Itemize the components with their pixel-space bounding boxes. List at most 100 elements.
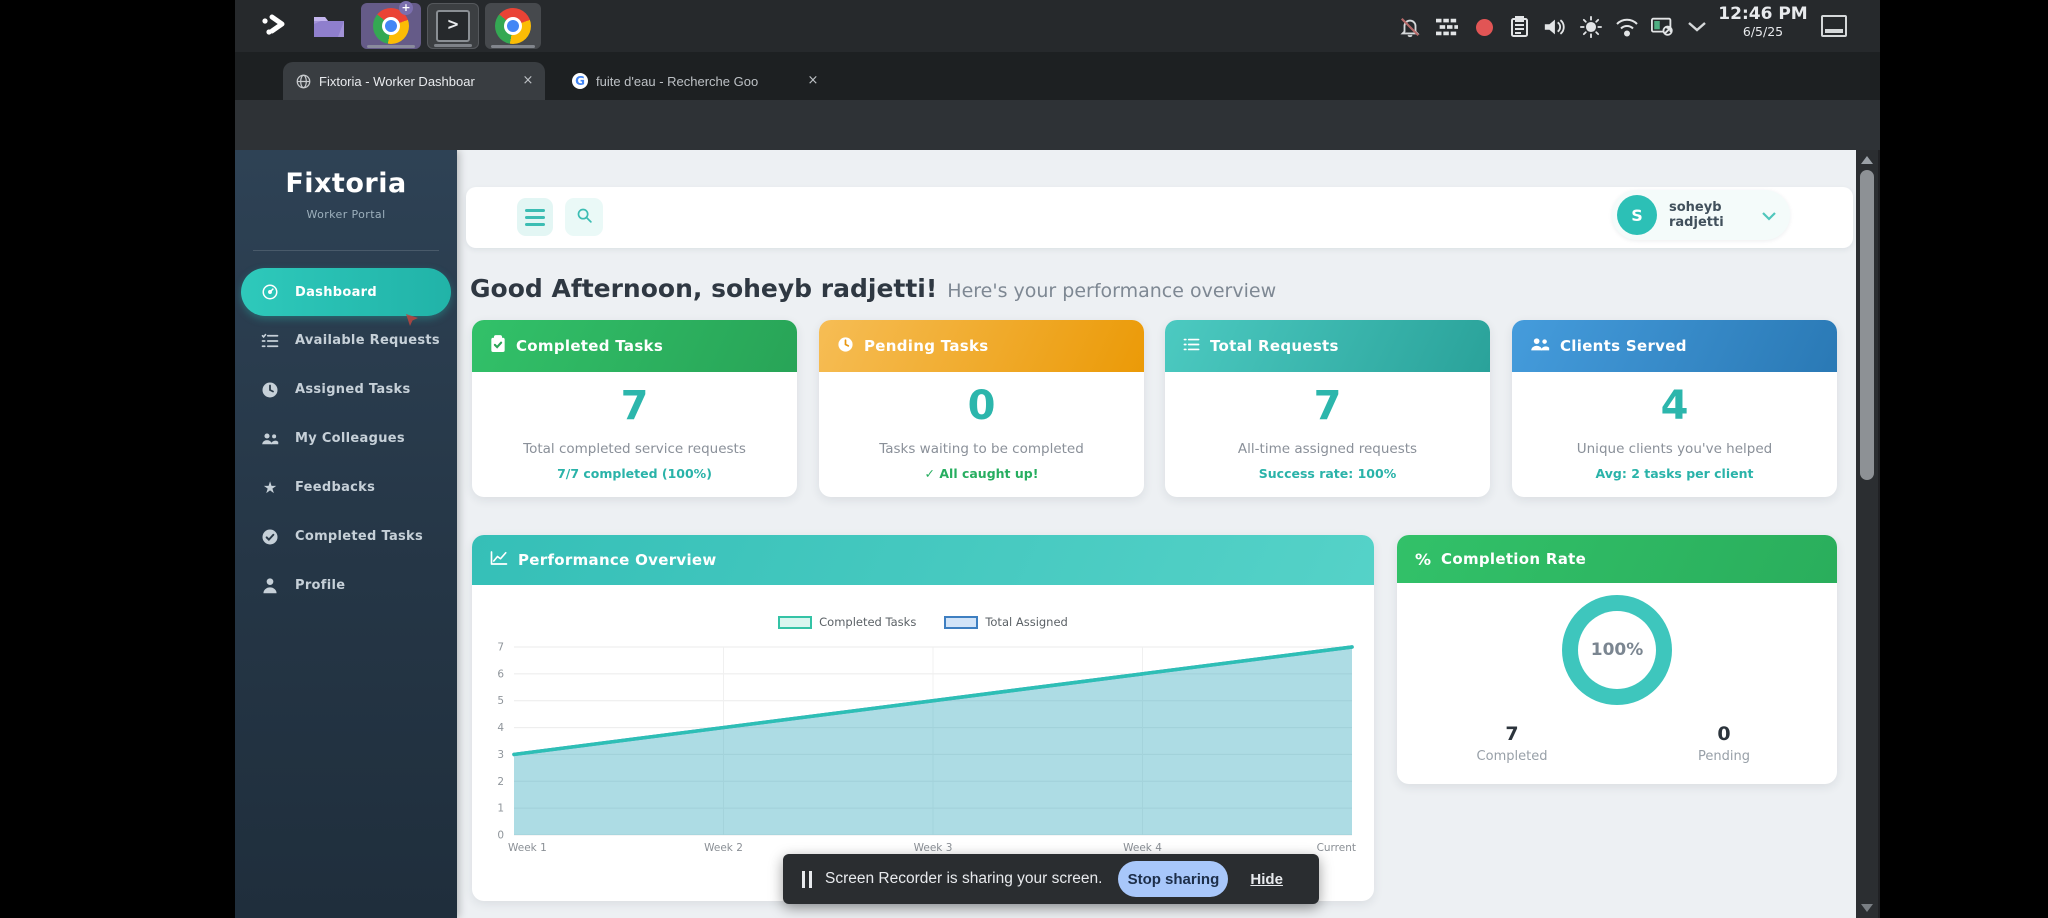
sidebar: Fixtoria Worker Portal Dashboard — [235, 150, 457, 918]
chrome-pinned-app-icon[interactable]: + — [361, 3, 421, 49]
stat-card-subtext: Avg: 2 tasks per client — [1512, 466, 1837, 481]
hide-toast-link[interactable]: Hide — [1250, 871, 1283, 888]
file-manager-icon[interactable] — [305, 3, 353, 49]
badge-plus-icon: + — [399, 1, 413, 15]
red-dot — [1476, 19, 1493, 36]
sidebar-item-completed-tasks[interactable]: Completed Tasks — [235, 512, 457, 561]
legend-completed-tasks[interactable]: Completed Tasks — [778, 615, 916, 629]
stop-sharing-button[interactable]: Stop sharing — [1118, 861, 1228, 897]
volume-icon[interactable] — [1542, 15, 1566, 39]
sidebar-item-available-requests[interactable]: Available Requests — [235, 316, 457, 365]
page-content: Fixtoria Worker Portal Dashboard — [235, 150, 1856, 918]
svg-text:Week 3: Week 3 — [914, 842, 953, 854]
list-icon — [1183, 337, 1200, 356]
svg-text:2: 2 — [497, 776, 504, 788]
clock-date: 6/5/25 — [1715, 25, 1811, 39]
wifi-icon[interactable] — [1615, 15, 1639, 39]
legend-total-assigned[interactable]: Total Assigned — [944, 615, 1068, 629]
toast-message: Screen Recorder is sharing your screen. — [825, 870, 1102, 888]
brightness-icon[interactable] — [1579, 15, 1603, 39]
scroll-down-arrow[interactable] — [1861, 904, 1873, 912]
greeting-title: Good Afternoon, soheyb radjetti! — [470, 274, 937, 303]
show-desktop-icon[interactable] — [1821, 15, 1847, 37]
stat-card-title: Clients Served — [1560, 337, 1687, 355]
legend-swatch — [778, 616, 812, 629]
performance-overview-card: Performance Overview Completed Tasks Tot… — [472, 535, 1374, 901]
app-launcher-icon[interactable] — [251, 3, 299, 49]
stat-card-value: 0 — [819, 386, 1144, 426]
google-favicon: G — [572, 73, 588, 89]
stat-card-title: Pending Tasks — [864, 337, 989, 355]
completed-label: Completed — [1447, 749, 1577, 764]
user-menu[interactable]: S soheyb radjetti — [1612, 190, 1790, 240]
person-icon — [261, 577, 279, 595]
terminal-app-icon[interactable]: > — [427, 3, 479, 49]
chevron-down-icon — [1762, 206, 1776, 225]
stat-card-clients-served[interactable]: Clients Served 4 Unique clients you've h… — [1512, 320, 1837, 497]
screen-share-tray-icon[interactable] — [1651, 15, 1675, 39]
tab-close-icon[interactable]: × — [804, 72, 822, 90]
recording-indicator-icon[interactable] — [1472, 15, 1496, 39]
page-scrollbar[interactable] — [1856, 150, 1878, 918]
sidebar-item-my-colleagues[interactable]: My Colleagues — [235, 414, 457, 463]
browser-toolbar: ← → ↻ 3cc6-197-206-94-83.ngrok-free.app/… — [235, 100, 1880, 150]
sidebar-item-assigned-tasks[interactable]: Assigned Tasks — [235, 365, 457, 414]
users-icon — [1530, 337, 1550, 356]
tray-chevron-down-icon[interactable] — [1685, 15, 1709, 39]
scrollbar-thumb[interactable] — [1860, 170, 1874, 480]
tab-strip: Fixtoria - Worker Dashboar × G fuite d'e… — [235, 52, 1880, 100]
svg-text:0: 0 — [497, 830, 504, 842]
sidebar-item-dashboard[interactable]: Dashboard — [241, 268, 451, 316]
menu-toggle-button[interactable] — [517, 198, 553, 236]
stat-card-total-requests[interactable]: Total Requests 7 All-time assigned reque… — [1165, 320, 1490, 497]
tab-recherche[interactable]: G fuite d'eau - Recherche Goo × — [560, 62, 830, 100]
completion-percent: 100% — [1562, 595, 1672, 705]
tab-close-icon[interactable]: × — [519, 72, 537, 90]
chrome-window-app-icon[interactable] — [485, 3, 541, 49]
stat-card-pending-tasks[interactable]: Pending Tasks 0 Tasks waiting to be comp… — [819, 320, 1144, 497]
stat-card-caption: Unique clients you've helped — [1512, 441, 1837, 457]
stat-card-title: Completed Tasks — [516, 337, 663, 355]
chrome-logo-icon — [495, 8, 531, 44]
scroll-up-arrow[interactable] — [1861, 156, 1873, 164]
stat-card-title: Total Requests — [1210, 337, 1339, 355]
clipboard-tray-icon[interactable] — [1507, 15, 1531, 39]
pause-bars-icon — [801, 871, 813, 888]
sidebar-item-profile[interactable]: Profile — [235, 561, 457, 610]
tab-fixtoria[interactable]: Fixtoria - Worker Dashboar × — [283, 62, 545, 100]
list-check-icon — [261, 332, 279, 350]
stat-card-completed-tasks[interactable]: Completed Tasks 7 Total completed servic… — [472, 320, 797, 497]
greeting-subtitle: Here's your performance overview — [947, 280, 1276, 302]
clock-icon — [837, 336, 854, 357]
completion-donut: 100% — [1562, 595, 1672, 705]
svg-text:Current: Current — [1317, 842, 1356, 854]
svg-text:Week 4: Week 4 — [1123, 842, 1162, 854]
svg-text:1: 1 — [497, 803, 504, 815]
clock-icon — [261, 381, 279, 399]
stat-card-subtext: Success rate: 100% — [1165, 466, 1490, 481]
completion-rate-card: % Completion Rate 100% 7 Completed 0 Pen… — [1397, 535, 1837, 784]
brand-title: Fixtoria — [235, 168, 457, 199]
stat-card-caption: All-time assigned requests — [1165, 441, 1490, 457]
performance-line-chart: 01234567Week 1Week 2Week 3Week 4Current — [488, 635, 1358, 857]
chart-line-icon — [490, 550, 508, 570]
launcher-glyph — [260, 13, 290, 39]
notifications-muted-icon[interactable] — [1398, 15, 1422, 39]
stat-card-caption: Tasks waiting to be completed — [819, 441, 1144, 457]
search-button[interactable] — [565, 198, 603, 236]
active-app-indicator — [434, 44, 472, 47]
svg-text:4: 4 — [497, 722, 504, 734]
mouse-cursor — [405, 313, 421, 329]
stat-card-header: Clients Served — [1512, 320, 1837, 372]
svg-text:6: 6 — [497, 668, 504, 680]
globe-favicon-icon — [295, 73, 311, 89]
stat-card-header: Completed Tasks — [472, 320, 797, 372]
brand-subtitle: Worker Portal — [235, 208, 457, 221]
keyboard-grid-icon[interactable] — [1435, 15, 1459, 39]
completed-stat: 7 Completed — [1447, 723, 1577, 764]
svg-text:Week 2: Week 2 — [704, 842, 743, 854]
sidebar-item-feedbacks[interactable]: ★ Feedbacks — [235, 463, 457, 512]
system-clock[interactable]: 12:46 PM 6/5/25 — [1715, 5, 1811, 39]
sidebar-divider — [253, 250, 439, 251]
legend-swatch — [944, 616, 978, 629]
